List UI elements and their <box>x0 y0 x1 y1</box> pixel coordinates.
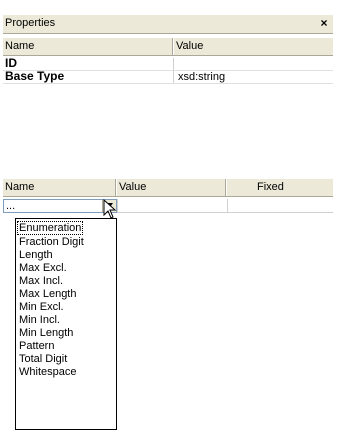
panel-title: Properties <box>5 17 56 29</box>
dropdown-option-min-excl[interactable]: Min Excl. <box>18 301 65 313</box>
dropdown-option-max-incl[interactable]: Max Incl. <box>18 275 64 287</box>
properties-title-bar: Properties × <box>3 15 333 34</box>
dropdown-option-min-length[interactable]: Min Length <box>18 327 74 339</box>
column-header-fixed[interactable]: Fixed <box>226 179 333 196</box>
combobox-value: ... <box>6 200 16 212</box>
dropdown-option-enumeration[interactable]: Enumeration <box>16 221 84 235</box>
dropdown-option-max-excl[interactable]: Max Excl. <box>18 262 68 274</box>
column-header-name[interactable]: Name <box>3 179 116 196</box>
close-icon[interactable]: × <box>317 16 331 30</box>
column-header-name[interactable]: Name <box>3 38 173 55</box>
column-header-value[interactable]: Value <box>116 179 226 196</box>
facets-header: Name Value Fixed <box>3 179 333 197</box>
dropdown-option-total-digit[interactable]: Total Digit <box>18 353 68 365</box>
property-name: Base Type <box>5 69 65 83</box>
dropdown-option-fraction-digit[interactable]: Fraction Digit <box>18 236 85 248</box>
dropdown-option-pattern[interactable]: Pattern <box>18 340 55 352</box>
dropdown-option-min-incl[interactable]: Min Incl. <box>18 314 61 326</box>
facet-dropdown-list: Enumeration Fraction Digit Length Max Ex… <box>15 218 117 430</box>
mouse-cursor-icon <box>103 199 117 219</box>
dropdown-option-whitespace[interactable]: Whitespace <box>18 366 77 378</box>
property-value[interactable] <box>173 58 178 70</box>
facet-name-combobox[interactable]: ... <box>3 199 117 213</box>
properties-header: Name Value <box>3 38 333 56</box>
properties-panel: Properties × Name Value ID Base Type xsd… <box>0 0 338 443</box>
property-value[interactable]: xsd:string <box>173 71 225 83</box>
facet-fixed-cell[interactable] <box>227 199 333 213</box>
property-row-base-type[interactable]: Base Type xsd:string <box>3 69 333 84</box>
dropdown-option-length[interactable]: Length <box>18 249 54 261</box>
facet-value-cell[interactable] <box>117 199 227 213</box>
dropdown-option-max-length[interactable]: Max Length <box>18 288 77 300</box>
column-header-value[interactable]: Value <box>173 38 333 55</box>
